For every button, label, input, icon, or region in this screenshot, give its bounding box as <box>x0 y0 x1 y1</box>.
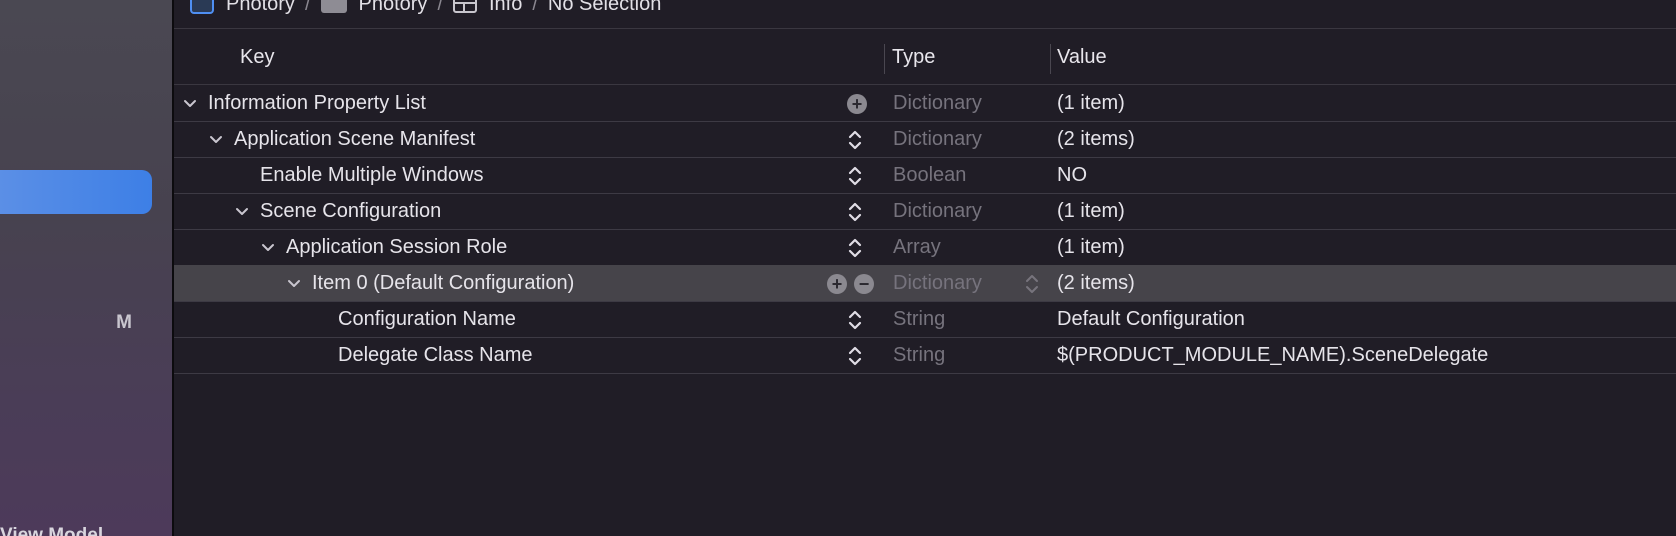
table-row[interactable]: Item 0 (Default Configuration) + − Dictiona… <box>174 265 1676 302</box>
table-row[interactable]: Application Session Role Array (1 item) <box>174 229 1676 266</box>
row-key[interactable]: Configuration Name <box>338 308 516 331</box>
breadcrumb-item-selection[interactable]: No Selection <box>548 0 661 16</box>
row-key[interactable]: Enable Multiple Windows <box>260 164 483 187</box>
key-stepper-icon[interactable] <box>847 128 863 152</box>
breadcrumb-separator: / <box>532 0 538 15</box>
row-value[interactable]: (1 item) <box>1057 200 1125 223</box>
table-row[interactable]: Information Property List + Dictionary (1 i… <box>174 85 1676 122</box>
table-row[interactable]: Delegate Class Name String $(PRODUCT_MODUL… <box>174 337 1676 374</box>
disclosure-chevron-icon[interactable] <box>286 275 302 291</box>
key-stepper-icon[interactable] <box>847 200 863 224</box>
key-stepper-icon[interactable] <box>847 308 863 332</box>
table-row[interactable]: Application Scene Manifest Dictionary (2 i… <box>174 121 1676 158</box>
row-type[interactable]: Dictionary <box>893 128 982 151</box>
row-type[interactable]: String <box>893 344 945 367</box>
row-value[interactable]: (1 item) <box>1057 236 1125 259</box>
row-value[interactable]: (2 items) <box>1057 272 1135 295</box>
breadcrumb-item-file[interactable]: Info <box>453 0 522 16</box>
folder-icon <box>320 0 347 13</box>
breadcrumb-separator: / <box>437 0 443 15</box>
app-icon <box>190 0 214 14</box>
column-divider[interactable] <box>884 44 885 74</box>
key-stepper-icon[interactable] <box>847 164 863 188</box>
column-header-key[interactable]: Key <box>240 46 274 69</box>
row-type[interactable]: Dictionary <box>893 92 982 115</box>
key-stepper-icon[interactable] <box>847 344 863 368</box>
row-key[interactable]: Item 0 (Default Configuration) <box>312 272 574 295</box>
key-stepper-icon[interactable] <box>847 236 863 260</box>
add-item-icon[interactable]: + <box>847 94 867 114</box>
add-item-icon[interactable]: + <box>827 274 847 294</box>
row-type[interactable]: Boolean <box>893 164 966 187</box>
row-key[interactable]: Application Session Role <box>286 236 507 259</box>
row-value[interactable]: $(PRODUCT_MODULE_NAME).SceneDelegate <box>1057 344 1488 367</box>
row-key[interactable]: Application Scene Manifest <box>234 128 475 151</box>
row-type[interactable]: Dictionary <box>893 272 982 295</box>
column-header-type[interactable]: Type <box>892 46 935 69</box>
row-value[interactable]: NO <box>1057 164 1087 187</box>
column-header-row: Key Type Value <box>174 38 1676 84</box>
navigator-sidebar: M View Model <box>0 0 172 536</box>
breadcrumb-item-project[interactable]: Photory <box>190 0 295 16</box>
plist-table-icon <box>453 0 477 13</box>
row-key[interactable]: Information Property List <box>208 92 426 115</box>
row-value[interactable]: (2 items) <box>1057 128 1135 151</box>
row-key[interactable]: Scene Configuration <box>260 200 441 223</box>
table-row[interactable]: Scene Configuration Dictionary (1 item) <box>174 193 1676 230</box>
disclosure-chevron-icon[interactable] <box>208 131 224 147</box>
column-header-value[interactable]: Value <box>1057 46 1107 69</box>
remove-item-icon[interactable]: − <box>854 274 874 294</box>
row-value[interactable]: Default Configuration <box>1057 308 1245 331</box>
breadcrumb-separator: / <box>304 0 311 15</box>
table-row[interactable]: Configuration Name String Default Configur… <box>174 301 1676 338</box>
table-row[interactable]: Enable Multiple Windows Boolean NO <box>174 157 1676 194</box>
row-type[interactable]: Array <box>893 236 941 259</box>
row-key[interactable]: Delegate Class Name <box>338 344 533 367</box>
sidebar-item-partial-label[interactable]: View Model <box>0 522 103 536</box>
breadcrumb: Photory / Photory / Info / No Selection <box>190 0 661 16</box>
source-control-status-badge: M <box>116 312 132 333</box>
sidebar-selected-item[interactable] <box>0 170 152 214</box>
row-type[interactable]: Dictionary <box>893 200 982 223</box>
disclosure-chevron-icon[interactable] <box>182 95 198 111</box>
row-type[interactable]: String <box>893 308 945 331</box>
breadcrumb-divider <box>174 28 1676 29</box>
row-value[interactable]: (1 item) <box>1057 92 1125 115</box>
column-divider[interactable] <box>1050 44 1051 74</box>
type-stepper-icon[interactable] <box>1024 272 1040 296</box>
breadcrumb-item-folder[interactable]: Photory <box>320 0 427 16</box>
disclosure-chevron-icon[interactable] <box>260 239 276 255</box>
disclosure-chevron-icon[interactable] <box>234 203 250 219</box>
